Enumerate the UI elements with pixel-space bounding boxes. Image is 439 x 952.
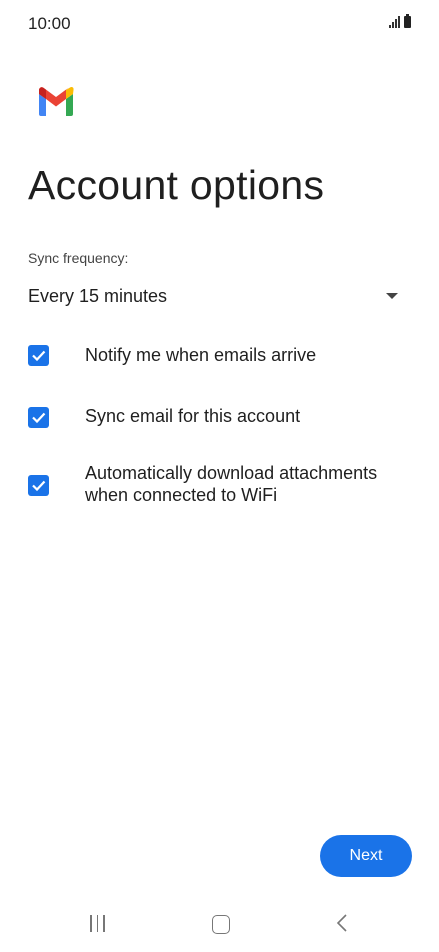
gmail-logo-icon bbox=[36, 86, 76, 116]
checkbox-sync-email[interactable] bbox=[28, 407, 49, 428]
check-icon bbox=[32, 480, 46, 492]
back-icon[interactable] bbox=[336, 913, 348, 938]
next-button[interactable]: Next bbox=[320, 835, 412, 877]
recent-apps-icon[interactable] bbox=[90, 915, 105, 932]
check-icon bbox=[32, 412, 46, 424]
status-icons bbox=[389, 14, 411, 28]
option-label: Automatically download attachments when … bbox=[85, 463, 378, 505]
navigation-bar bbox=[0, 905, 439, 945]
page-title: Account options bbox=[28, 162, 325, 208]
option-auto-download[interactable]: Automatically download attachments when … bbox=[28, 462, 418, 508]
check-icon bbox=[32, 350, 46, 362]
option-label: Sync email for this account bbox=[85, 406, 301, 426]
sync-frequency-label: Sync frequency: bbox=[28, 250, 129, 266]
signal-icon bbox=[389, 16, 400, 28]
option-label: Notify me when emails arrive bbox=[85, 345, 317, 365]
home-icon[interactable] bbox=[212, 915, 230, 934]
battery-icon bbox=[404, 14, 411, 28]
dropdown-arrow-icon bbox=[386, 293, 398, 299]
option-sync-email[interactable]: Sync email for this account bbox=[28, 405, 418, 429]
sync-frequency-dropdown[interactable]: Every 15 minutes bbox=[28, 280, 408, 312]
checkbox-notify[interactable] bbox=[28, 345, 49, 366]
sync-frequency-value: Every 15 minutes bbox=[28, 286, 168, 306]
checkbox-auto-download[interactable] bbox=[28, 475, 49, 496]
status-bar: 10:00 bbox=[0, 0, 439, 48]
option-notify[interactable]: Notify me when emails arrive bbox=[28, 344, 418, 368]
status-time: 10:00 bbox=[28, 14, 71, 33]
